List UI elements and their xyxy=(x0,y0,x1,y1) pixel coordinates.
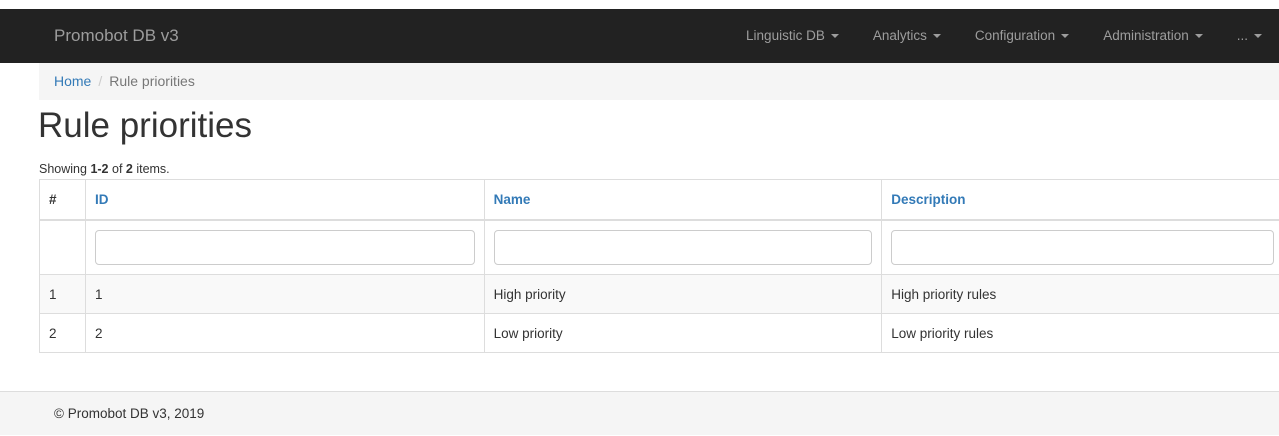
sort-link-id[interactable]: ID xyxy=(95,192,109,207)
breadcrumb-current: Rule priorities xyxy=(109,73,195,89)
filter-cell-description xyxy=(882,220,1279,275)
cell-description: High priority rules xyxy=(882,275,1279,314)
column-header-name: Name xyxy=(484,180,882,220)
cell-id: 2 xyxy=(85,314,484,353)
nav-item-administration[interactable]: Administration xyxy=(1086,9,1220,63)
breadcrumb-home-link[interactable]: Home xyxy=(54,73,91,89)
cell-description: Low priority rules xyxy=(882,314,1279,353)
nav-item-label: Analytics xyxy=(873,28,927,43)
cell-id: 1 xyxy=(85,275,484,314)
caret-down-icon xyxy=(831,34,839,38)
nav-item-label: ... xyxy=(1237,28,1248,43)
rule-priorities-table: # ID Name Description 1 1 High priority … xyxy=(39,179,1279,353)
brand-link[interactable]: Promobot DB v3 xyxy=(54,9,179,63)
top-navbar: Promobot DB v3 Linguistic DB Analytics C… xyxy=(0,9,1279,63)
grid-summary: Showing 1-2 of 2 items. xyxy=(39,162,170,176)
page-footer: © Promobot DB v3, 2019 xyxy=(0,391,1279,435)
nav-item-linguistic-db[interactable]: Linguistic DB xyxy=(729,9,856,63)
cell-name: High priority xyxy=(484,275,882,314)
nav-item-configuration[interactable]: Configuration xyxy=(958,9,1086,63)
caret-down-icon xyxy=(1254,34,1262,38)
cell-num: 2 xyxy=(40,314,86,353)
footer-copyright: © Promobot DB v3, 2019 xyxy=(54,392,204,436)
sort-link-description[interactable]: Description xyxy=(891,192,965,207)
table-row[interactable]: 2 2 Low priority Low priority rules xyxy=(40,314,1279,353)
column-header-num: # xyxy=(40,180,86,220)
nav-item-analytics[interactable]: Analytics xyxy=(856,9,958,63)
caret-down-icon xyxy=(1061,34,1069,38)
sort-link-name[interactable]: Name xyxy=(494,192,531,207)
breadcrumb-separator: / xyxy=(91,73,109,89)
filter-input-name[interactable] xyxy=(494,230,873,265)
nav-item-label: Administration xyxy=(1103,28,1189,43)
breadcrumb: Home/Rule priorities xyxy=(39,63,1279,100)
filter-input-description[interactable] xyxy=(891,230,1274,265)
filter-cell-num xyxy=(40,220,86,275)
nav-item-label: Linguistic DB xyxy=(746,28,825,43)
table-header-row: # ID Name Description xyxy=(40,180,1279,220)
summary-suffix: items. xyxy=(133,162,170,176)
table-row[interactable]: 1 1 High priority High priority rules xyxy=(40,275,1279,314)
nav-item-more[interactable]: ... xyxy=(1220,9,1279,63)
summary-range: 1-2 xyxy=(90,162,108,176)
nav-menu: Linguistic DB Analytics Configuration Ad… xyxy=(729,9,1279,63)
column-header-id: ID xyxy=(85,180,484,220)
summary-middle: of xyxy=(109,162,126,176)
filter-cell-id xyxy=(85,220,484,275)
caret-down-icon xyxy=(1195,34,1203,38)
filter-cell-name xyxy=(484,220,882,275)
summary-prefix: Showing xyxy=(39,162,90,176)
summary-total: 2 xyxy=(126,162,133,176)
table-filter-row xyxy=(40,220,1279,275)
cell-name: Low priority xyxy=(484,314,882,353)
page-title: Rule priorities xyxy=(38,106,252,146)
cell-num: 1 xyxy=(40,275,86,314)
nav-item-label: Configuration xyxy=(975,28,1055,43)
column-header-description: Description xyxy=(882,180,1279,220)
filter-input-id[interactable] xyxy=(95,230,475,265)
caret-down-icon xyxy=(933,34,941,38)
